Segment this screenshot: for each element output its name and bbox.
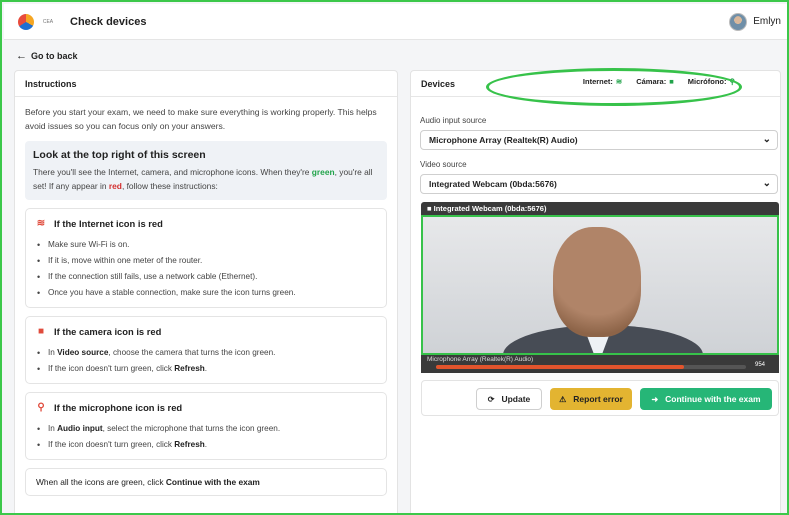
internet-help-list: Make sure Wi-Fi is on. If it is, move wi… — [36, 237, 376, 301]
microphone-help-card: ⚲ If the microphone icon is red In Audio … — [25, 392, 387, 460]
webcam-preview — [421, 215, 779, 355]
warning-icon: ⚠ — [559, 394, 567, 404]
app-window: CEA Check devices Emlyn ← Go to back Ins… — [0, 0, 789, 515]
text: . — [204, 440, 208, 449]
continue-exam-button[interactable]: ➜ Continue with the exam — [640, 388, 772, 410]
camera-help-card: ■ If the camera icon is red In Video sour… — [25, 316, 387, 384]
list-item: Once you have a stable connection, make … — [36, 285, 376, 301]
mic-level-fill — [436, 365, 684, 369]
avatar — [729, 12, 748, 31]
microphone-off-icon: ⚲ — [37, 402, 45, 413]
mic-title: Microphone Array (Realtek(R) Audio) — [427, 356, 534, 363]
camera-help-title: If the camera icon is red — [54, 326, 162, 337]
mic-level-number: 954 — [754, 362, 765, 368]
list-item: In Audio input, select the microphone th… — [36, 421, 376, 437]
camera-off-icon: ■ — [37, 326, 45, 337]
camera-help-title-row: ■ If the camera icon is red — [36, 326, 376, 337]
text: If the icon doesn't turn green, click — [48, 440, 175, 449]
text-bold: Audio input — [57, 424, 103, 433]
audio-source-value: Microphone Array (Realtek(R) Audio) — [429, 135, 578, 145]
audio-source-select[interactable]: Microphone Array (Realtek(R) Audio) ⌄ — [420, 130, 778, 150]
text: , choose the camera that turns the icon … — [108, 348, 276, 357]
refresh-icon: ⟳ — [487, 394, 495, 404]
devices-title: Devices — [421, 78, 456, 89]
chevron-down-icon: ⌄ — [762, 134, 771, 145]
logo-icon — [18, 13, 34, 30]
video-source-label: Video source — [420, 160, 467, 169]
status-highlight-ellipse — [486, 68, 742, 106]
instructions-panel: Instructions Before you start your exam,… — [14, 70, 398, 513]
instructions-header: Instructions — [15, 71, 397, 97]
list-item: Make sure Wi-Fi is on. — [36, 237, 376, 253]
callout-text: There you'll see the Internet, camera, a… — [33, 165, 379, 193]
list-item: If the connection still fails, use a net… — [36, 269, 376, 285]
report-label: Report error — [573, 394, 623, 404]
callout-red: red — [108, 181, 122, 191]
logo-text: CEA — [42, 18, 54, 25]
camera-icon: ■ — [427, 204, 434, 213]
internet-help-title: If the Internet icon is red — [54, 218, 163, 229]
text: In — [48, 424, 58, 433]
list-item: If it is, move within one meter of the r… — [36, 253, 376, 269]
user-menu[interactable]: Emlyn — [729, 12, 781, 31]
audio-source-label: Audio input source — [420, 116, 487, 125]
final-text: When all the icons are green, click — [36, 477, 166, 487]
text: In — [48, 348, 58, 357]
text: . — [204, 364, 208, 373]
internet-help-card: ≋ If the Internet icon is red Make sure W… — [25, 208, 387, 308]
chevron-down-icon: ⌄ — [762, 178, 771, 189]
mic-level-track — [436, 365, 746, 369]
callout-green: green — [311, 167, 335, 177]
callout-text-1: There you'll see the Internet, camera, a… — [33, 167, 312, 177]
final-bold: Continue with the exam — [165, 477, 260, 487]
mic-level-bar: Microphone Array (Realtek(R) Audio) 954 — [421, 355, 779, 373]
callout-box: Look at the top right of this screen The… — [25, 141, 387, 200]
list-item: In Video source, choose the camera that … — [36, 345, 376, 361]
arrow-left-icon: ← — [16, 50, 27, 62]
camera-help-list: In Video source, choose the camera that … — [36, 345, 376, 377]
report-error-button[interactable]: ⚠ Report error — [550, 388, 632, 410]
update-button[interactable]: ⟳ Update — [476, 388, 542, 410]
arrow-icon: ➜ — [651, 394, 659, 404]
video-source-value: Integrated Webcam (0bda:5676) — [429, 179, 557, 189]
list-item: If the icon doesn't turn green, click Re… — [36, 437, 376, 453]
microphone-help-list: In Audio input, select the microphone th… — [36, 421, 376, 453]
person-head — [553, 227, 641, 337]
callout-title: Look at the top right of this screen — [33, 149, 206, 161]
intro-text: Before you start your exam, we need to m… — [25, 107, 377, 131]
internet-help-title-row: ≋ If the Internet icon is red — [36, 218, 376, 229]
video-header: ■ Integrated Webcam (0bda:5676) — [421, 202, 779, 215]
text-bold: Video source — [57, 348, 109, 357]
update-label: Update — [501, 394, 531, 404]
action-bar: ⟳ Update ⚠ Report error ➜ Continue with the… — [421, 380, 779, 416]
back-link[interactable]: ← Go to back — [16, 50, 78, 62]
text-bold: Refresh — [174, 440, 205, 449]
video-source-select[interactable]: Integrated Webcam (0bda:5676) ⌄ — [420, 174, 778, 194]
microphone-help-title: If the microphone icon is red — [54, 402, 183, 413]
list-item: If the icon doesn't turn green, click Re… — [36, 361, 376, 377]
callout-text-3: , follow these instructions: — [121, 181, 218, 191]
final-note: When all the icons are green, click Cont… — [25, 468, 387, 496]
top-bar: CEA Check devices Emlyn — [4, 4, 787, 40]
back-label: Go to back — [31, 51, 78, 61]
microphone-help-title-row: ⚲ If the microphone icon is red — [36, 402, 376, 413]
continue-label: Continue with the exam — [665, 394, 761, 404]
text-bold: Refresh — [174, 364, 205, 373]
text: If the icon doesn't turn green, click — [48, 364, 175, 373]
page-title: Check devices — [70, 15, 147, 28]
wifi-off-icon: ≋ — [36, 218, 46, 229]
user-name: Emlyn — [753, 16, 781, 27]
video-title: Integrated Webcam (0bda:5676) — [433, 204, 547, 213]
text: , select the microphone that turns the i… — [102, 424, 281, 433]
